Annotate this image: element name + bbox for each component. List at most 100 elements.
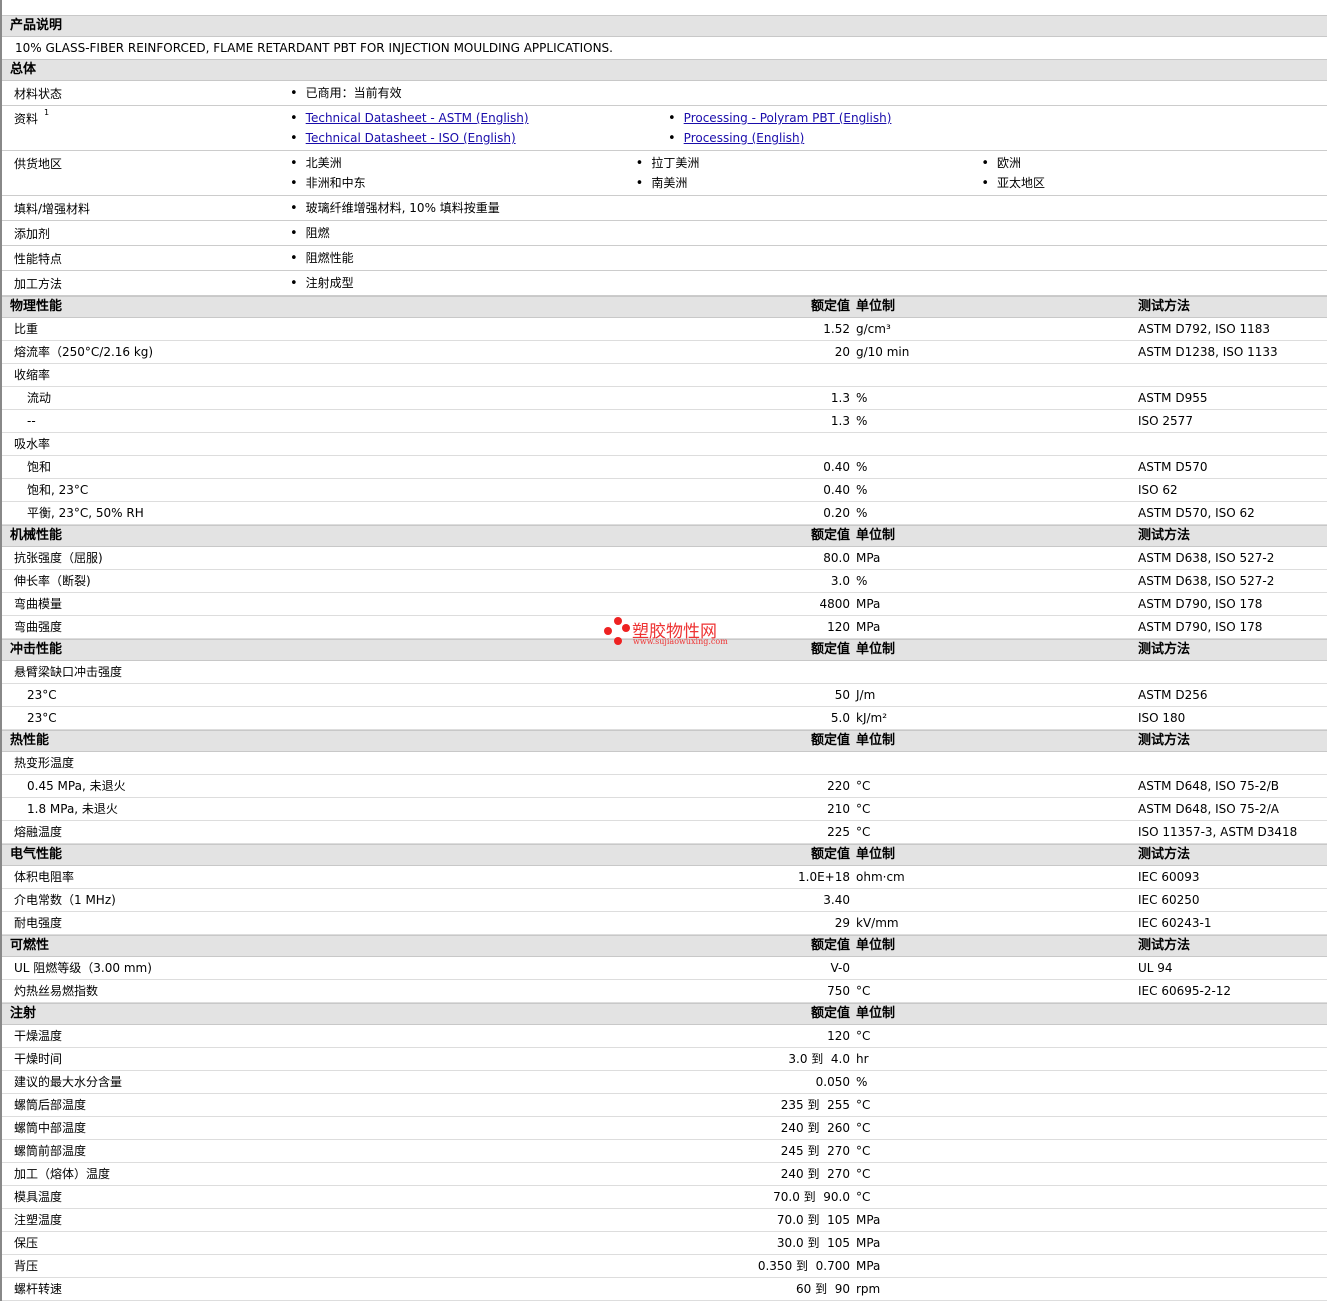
property-row: 饱和 0.40% ASTM D570 — [2, 456, 1327, 479]
test-method: ASTM D790, ISO 178 — [1138, 597, 1263, 611]
property-value: 120 — [827, 1029, 850, 1043]
general-label: 加工方法 — [14, 277, 63, 291]
general-row: 性能特点 阻燃性能 — [2, 246, 1327, 271]
property-unit: °C — [856, 1121, 871, 1135]
list-item: 阻燃性能 — [290, 248, 668, 268]
document-link[interactable]: Processing - Polyram PBT (English) — [684, 111, 892, 125]
list-item: 欧洲 — [981, 153, 1327, 173]
property-value: 0.050 — [815, 1075, 850, 1089]
property-row: 螺筒后部温度 235 到 255 °C — [2, 1094, 1327, 1117]
section-title: 冲击性能 — [10, 642, 63, 657]
list-item: Processing - Polyram PBT (English) — [668, 108, 1046, 128]
section-title: 物理性能 — [10, 299, 63, 314]
property-unit: °C — [856, 984, 871, 998]
property-row: 0.45 MPa, 未退火 220 °C ASTM D648, ISO 75-2/B — [2, 775, 1327, 798]
property-value: 5.0 — [830, 711, 850, 725]
property-row: 建议的最大水分含量 0.050% — [2, 1071, 1327, 1094]
list-item-text: 拉丁美洲 — [651, 156, 700, 170]
property-row: 弯曲强度 120 MPa ASTM D790, ISO 178 — [2, 616, 1327, 639]
general-row: 填料/增强材料 玻璃纤维增强材料, 10% 填料按重量 — [2, 196, 1327, 221]
document-link[interactable]: Technical Datasheet - ISO (English) — [306, 131, 516, 145]
property-label: 饱和 — [27, 460, 52, 474]
property-row: 23°C 5.0 kJ/m² ISO 180 — [2, 707, 1327, 730]
column-header-method: 测试方法 — [1138, 299, 1191, 314]
property-unit: MPa — [856, 620, 881, 634]
property-label: 螺筒前部温度 — [14, 1144, 87, 1158]
property-row: 吸水率 — [2, 433, 1327, 456]
property-unit: °C — [856, 825, 871, 839]
list-item: 拉丁美洲 — [636, 153, 982, 173]
property-value: 235 到 255 — [780, 1098, 850, 1112]
property-row: 平衡, 23°C, 50% RH 0.20% ASTM D570, ISO 62 — [2, 502, 1327, 525]
property-unit: MPa — [856, 597, 881, 611]
property-value: 120 — [827, 620, 850, 634]
property-value: 0.20 — [823, 506, 850, 520]
property-label: 建议的最大水分含量 — [14, 1075, 123, 1089]
property-row: 悬臂梁缺口冲击强度 — [2, 661, 1327, 684]
section-title: 机械性能 — [10, 528, 63, 543]
property-row: -- 1.3% ISO 2577 — [2, 410, 1327, 433]
general-row: 供货地区 北美洲非洲和中东拉丁美洲南美洲 欧洲亚太地区 — [2, 151, 1327, 196]
general-label: 资料 — [14, 112, 39, 126]
property-value: 220 — [827, 779, 850, 793]
property-value: 0.40 — [823, 460, 850, 474]
general-values: 已商用：当前有效 — [290, 83, 1327, 103]
column-header-unit: 单位制 — [856, 938, 896, 953]
list-item: Technical Datasheet - ISO (English) — [290, 128, 668, 148]
test-method: ASTM D638, ISO 527-2 — [1138, 574, 1275, 588]
general-table: 材料状态 已商用：当前有效资料 1 Technical Datasheet - AST… — [2, 81, 1327, 296]
list-item-text: 已商用：当前有效 — [305, 86, 402, 100]
property-label: 介电常数（1 MHz) — [14, 893, 116, 907]
general-label: 材料状态 — [14, 87, 63, 101]
property-unit: g/10 min — [856, 345, 910, 359]
property-unit: % — [856, 414, 868, 428]
property-row: 23°C 50 J/m ASTM D256 — [2, 684, 1327, 707]
property-label: 熔融温度 — [14, 825, 63, 839]
property-label: -- — [27, 414, 36, 428]
general-row: 材料状态 已商用：当前有效 — [2, 81, 1327, 106]
column-header-value: 额定值 — [810, 642, 850, 657]
general-value-column: 阻燃性能 — [290, 248, 668, 268]
document-link[interactable]: Technical Datasheet - ASTM (English) — [306, 111, 529, 125]
document-link[interactable]: Processing (English) — [684, 131, 805, 145]
list-item: 亚太地区 — [981, 173, 1327, 193]
property-unit: °C — [856, 1029, 871, 1043]
property-label: 23°C — [27, 688, 57, 702]
general-values: 玻璃纤维增强材料, 10% 填料按重量 — [290, 198, 1327, 218]
property-row: 螺杆转速 60 到 90 rpm — [2, 1278, 1327, 1301]
property-value: 1.3 — [830, 391, 850, 405]
test-method: UL 94 — [1138, 961, 1173, 975]
column-header-value: 额定值 — [810, 733, 850, 748]
property-value: 4800 — [819, 597, 850, 611]
list-item-text: 欧洲 — [997, 156, 1022, 170]
property-label: 比重 — [14, 322, 39, 336]
property-row: 体积电阻率 1.0E+18 ohm·cm IEC 60093 — [2, 866, 1327, 889]
general-label: 供货地区 — [14, 157, 63, 171]
property-tables: 物理性能 额定值 单位制 测试方法 比重 1.52 g/cm³ ASTM D792, ISO … — [2, 296, 1327, 1301]
list-item-text: 玻璃纤维增强材料, 10% 填料按重量 — [305, 201, 500, 215]
property-row: 干燥温度 120 °C — [2, 1025, 1327, 1048]
property-label: 饱和, 23°C — [27, 483, 89, 497]
property-row: 模具温度 70.0 到 90.0 °C — [2, 1186, 1327, 1209]
property-label: 灼热丝易燃指数 — [14, 984, 99, 998]
property-unit: % — [856, 391, 868, 405]
property-value: 3.0 — [830, 574, 850, 588]
general-value-column: 拉丁美洲南美洲 — [636, 153, 982, 193]
list-item: 已商用：当前有效 — [290, 83, 668, 103]
general-value-column: Technical Datasheet - ASTM (English) Tech… — [290, 108, 668, 148]
property-unit: MPa — [856, 1259, 881, 1273]
property-row: 背压 0.350 到 0.700 MPa — [2, 1255, 1327, 1278]
general-value-column: 北美洲非洲和中东 — [290, 153, 636, 193]
test-method: ISO 11357-3, ASTM D3418 — [1138, 825, 1298, 839]
property-row: 伸长率（断裂) 3.0% ASTM D638, ISO 527-2 — [2, 570, 1327, 593]
test-method: IEC 60093 — [1138, 870, 1200, 884]
section-title: 总体 — [10, 62, 37, 77]
section-title: 产品说明 — [10, 18, 63, 33]
list-item-text: 阻燃性能 — [305, 251, 354, 265]
property-label: 螺筒后部温度 — [14, 1098, 87, 1112]
property-label: 弯曲强度 — [14, 620, 63, 634]
property-unit: °C — [856, 1098, 871, 1112]
property-value: 240 到 260 — [780, 1121, 850, 1135]
property-label: 0.45 MPa, 未退火 — [27, 779, 126, 793]
section-header: 注射 额定值 单位制 — [2, 1003, 1327, 1025]
